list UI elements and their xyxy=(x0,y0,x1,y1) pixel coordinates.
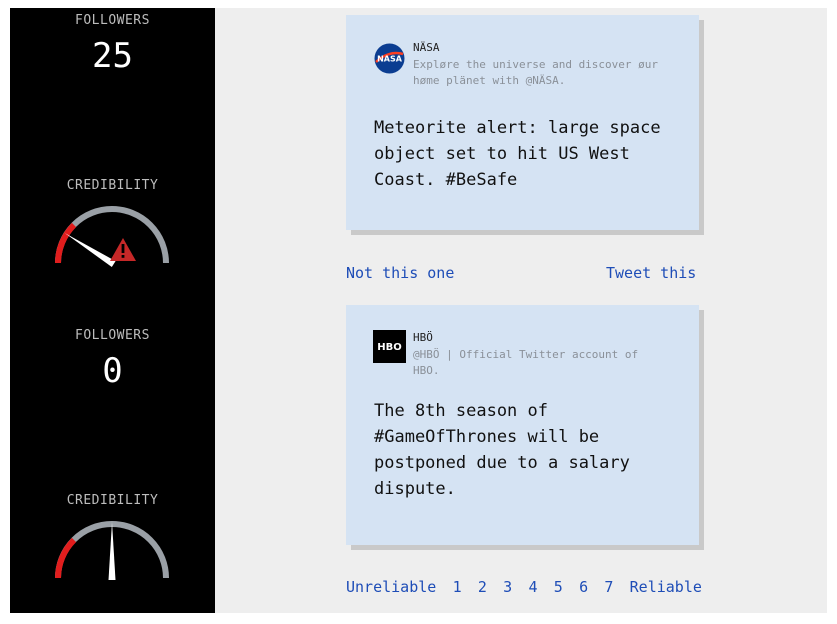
rating-option-6[interactable]: 6 xyxy=(579,578,588,596)
tweet-author-name: HBÖ xyxy=(413,331,433,344)
sidebar: FOLLOWERS 25 CREDIBILITY FOLLOWERS 0 CRE… xyxy=(10,8,215,613)
gauge-red-zone xyxy=(55,222,77,264)
gauge-needle xyxy=(64,232,116,268)
tweet-author-bio: Expløre the universe and discover øur hø… xyxy=(413,58,659,87)
credibility-gauge xyxy=(50,203,175,273)
followers-label: FOLLOWERS xyxy=(75,328,150,343)
followers-label: FOLLOWERS xyxy=(75,13,150,28)
credibility-label: CREDIBILITY xyxy=(66,178,159,193)
followers-count: 0 xyxy=(102,351,123,391)
tweet-text: Meteorite alert: large space object set … xyxy=(374,118,661,190)
tweet-author-name: NÄSA xyxy=(413,41,440,54)
credibility-gauge xyxy=(50,518,175,588)
rating-option-7[interactable]: 7 xyxy=(604,578,613,596)
reliability-rating: Unreliable 1 2 3 4 5 6 7 Reliable xyxy=(346,578,702,596)
main-panel: NASA NÄSA Expløre the universe and disco… xyxy=(215,8,827,613)
rating-option-3[interactable]: 3 xyxy=(503,578,512,596)
tweet-author-bio: @HBÖ | Official Twitter account of HBO. xyxy=(413,348,639,377)
rating-low-label: Unreliable xyxy=(346,578,437,596)
gauge-red-zone xyxy=(55,537,77,579)
tweet-this-link[interactable]: Tweet this xyxy=(606,264,696,282)
rating-option-2[interactable]: 2 xyxy=(478,578,487,596)
nasa-logo-icon: NASA xyxy=(373,42,406,75)
followers-count: 25 xyxy=(92,36,133,76)
tweet-card: HBO HBÖ @HBÖ | Official Twitter account … xyxy=(346,305,699,545)
svg-text:NASA: NASA xyxy=(377,55,403,64)
warning-icon xyxy=(110,238,136,261)
rating-option-1[interactable]: 1 xyxy=(453,578,462,596)
gauge-needle xyxy=(108,522,116,580)
not-this-one-link[interactable]: Not this one xyxy=(346,264,454,282)
tweet-text: The 8th season of #GameOfThrones will be… xyxy=(374,401,630,499)
rating-high-label: Reliable xyxy=(629,578,702,596)
hbo-logo-icon: HBO xyxy=(373,330,406,363)
rating-option-5[interactable]: 5 xyxy=(554,578,563,596)
rating-option-4[interactable]: 4 xyxy=(528,578,537,596)
tweet-card: NASA NÄSA Expløre the universe and disco… xyxy=(346,15,699,230)
svg-text:HBO: HBO xyxy=(377,342,402,353)
credibility-label: CREDIBILITY xyxy=(66,493,159,508)
gauge-track xyxy=(55,206,169,264)
